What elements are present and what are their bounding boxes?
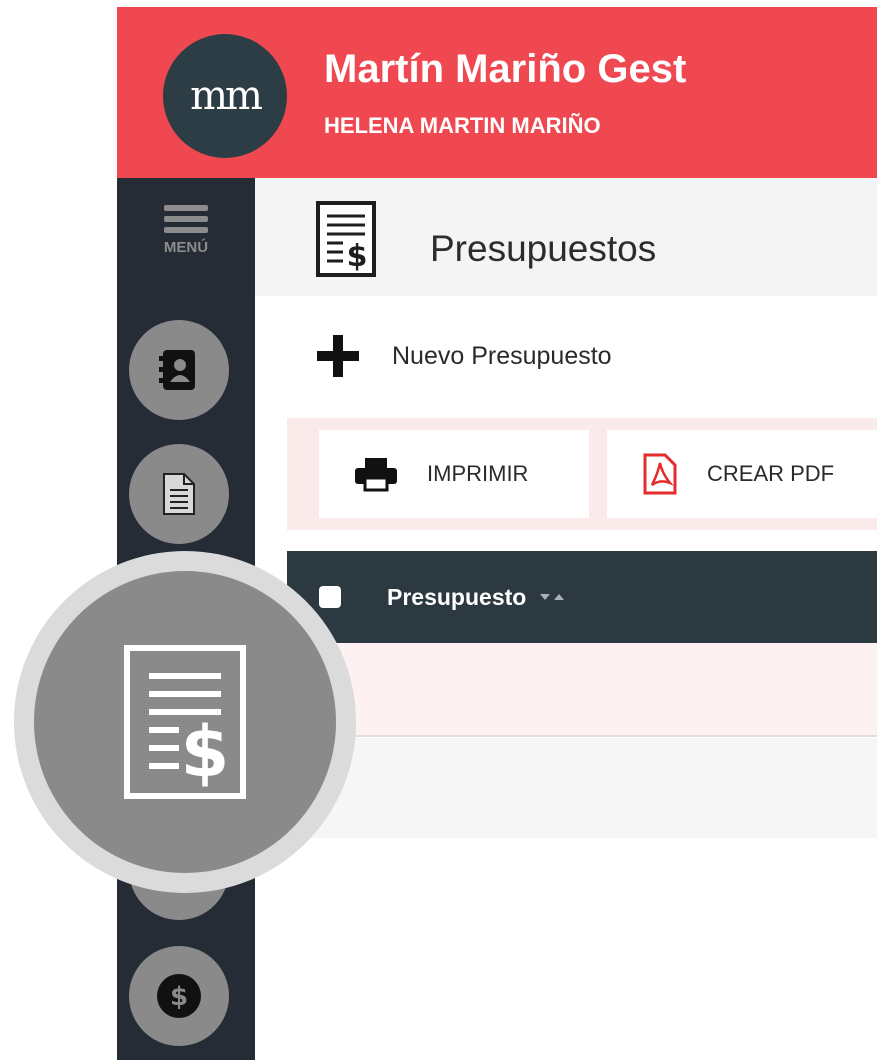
table-header: Presupuesto [287, 551, 877, 643]
app-title: Martín Mariño Gest [324, 47, 687, 91]
table-row[interactable] [287, 643, 877, 737]
app-header: mm Martín Mariño Gest HELENA MARTIN MARI… [117, 7, 877, 178]
sort-icon[interactable] [538, 591, 566, 603]
svg-text:$: $ [181, 711, 230, 793]
printer-icon [355, 458, 397, 492]
new-budget-button[interactable]: Nuevo Presupuesto [315, 326, 612, 386]
table-area [287, 738, 877, 838]
hamburger-icon [164, 205, 208, 211]
budget-icon-magnified: $ [124, 645, 246, 799]
address-book-icon [159, 350, 195, 390]
menu-button[interactable]: MENÚ [149, 200, 223, 280]
zoom-callout: $ [14, 551, 356, 893]
user-name: HELENA MARTIN MARIÑO [324, 113, 601, 138]
hamburger-icon-bar [164, 227, 208, 233]
dollar-icon: $ [157, 974, 201, 1018]
print-button[interactable]: IMPRIMIR [319, 430, 589, 518]
brand-logo: mm [163, 34, 287, 158]
main-content: $ Presupuestos Nuevo Presupuesto IMPRIMI… [255, 178, 877, 1060]
document-icon [163, 473, 195, 515]
menu-label: MENÚ [163, 239, 209, 256]
sidebar-item-payments[interactable]: $ [129, 946, 229, 1046]
app-window: mm Martín Mariño Gest HELENA MARTIN MARI… [117, 7, 877, 1060]
budget-document-icon: $ [316, 201, 376, 277]
svg-text:$: $ [347, 239, 368, 274]
column-header-presupuesto[interactable]: Presupuesto [387, 584, 526, 611]
create-pdf-button[interactable]: CREAR PDF [607, 430, 877, 518]
sidebar-item-contacts[interactable] [129, 320, 229, 420]
create-pdf-label: CREAR PDF [707, 461, 835, 486]
action-toolbar: IMPRIMIR CREAR PDF [287, 418, 877, 530]
page-title: Presupuestos [430, 228, 657, 269]
print-label: IMPRIMIR [427, 461, 529, 486]
select-all-checkbox[interactable] [319, 586, 341, 608]
page-title-bar: $ Presupuestos [255, 178, 877, 296]
pdf-icon [643, 453, 677, 495]
zoom-callout-inner: $ [34, 571, 336, 873]
new-budget-label: Nuevo Presupuesto [392, 341, 612, 370]
svg-text:$: $ [170, 982, 188, 1012]
hamburger-icon-bar [164, 216, 208, 222]
plus-icon [317, 335, 359, 377]
sidebar-item-documents[interactable] [129, 444, 229, 544]
